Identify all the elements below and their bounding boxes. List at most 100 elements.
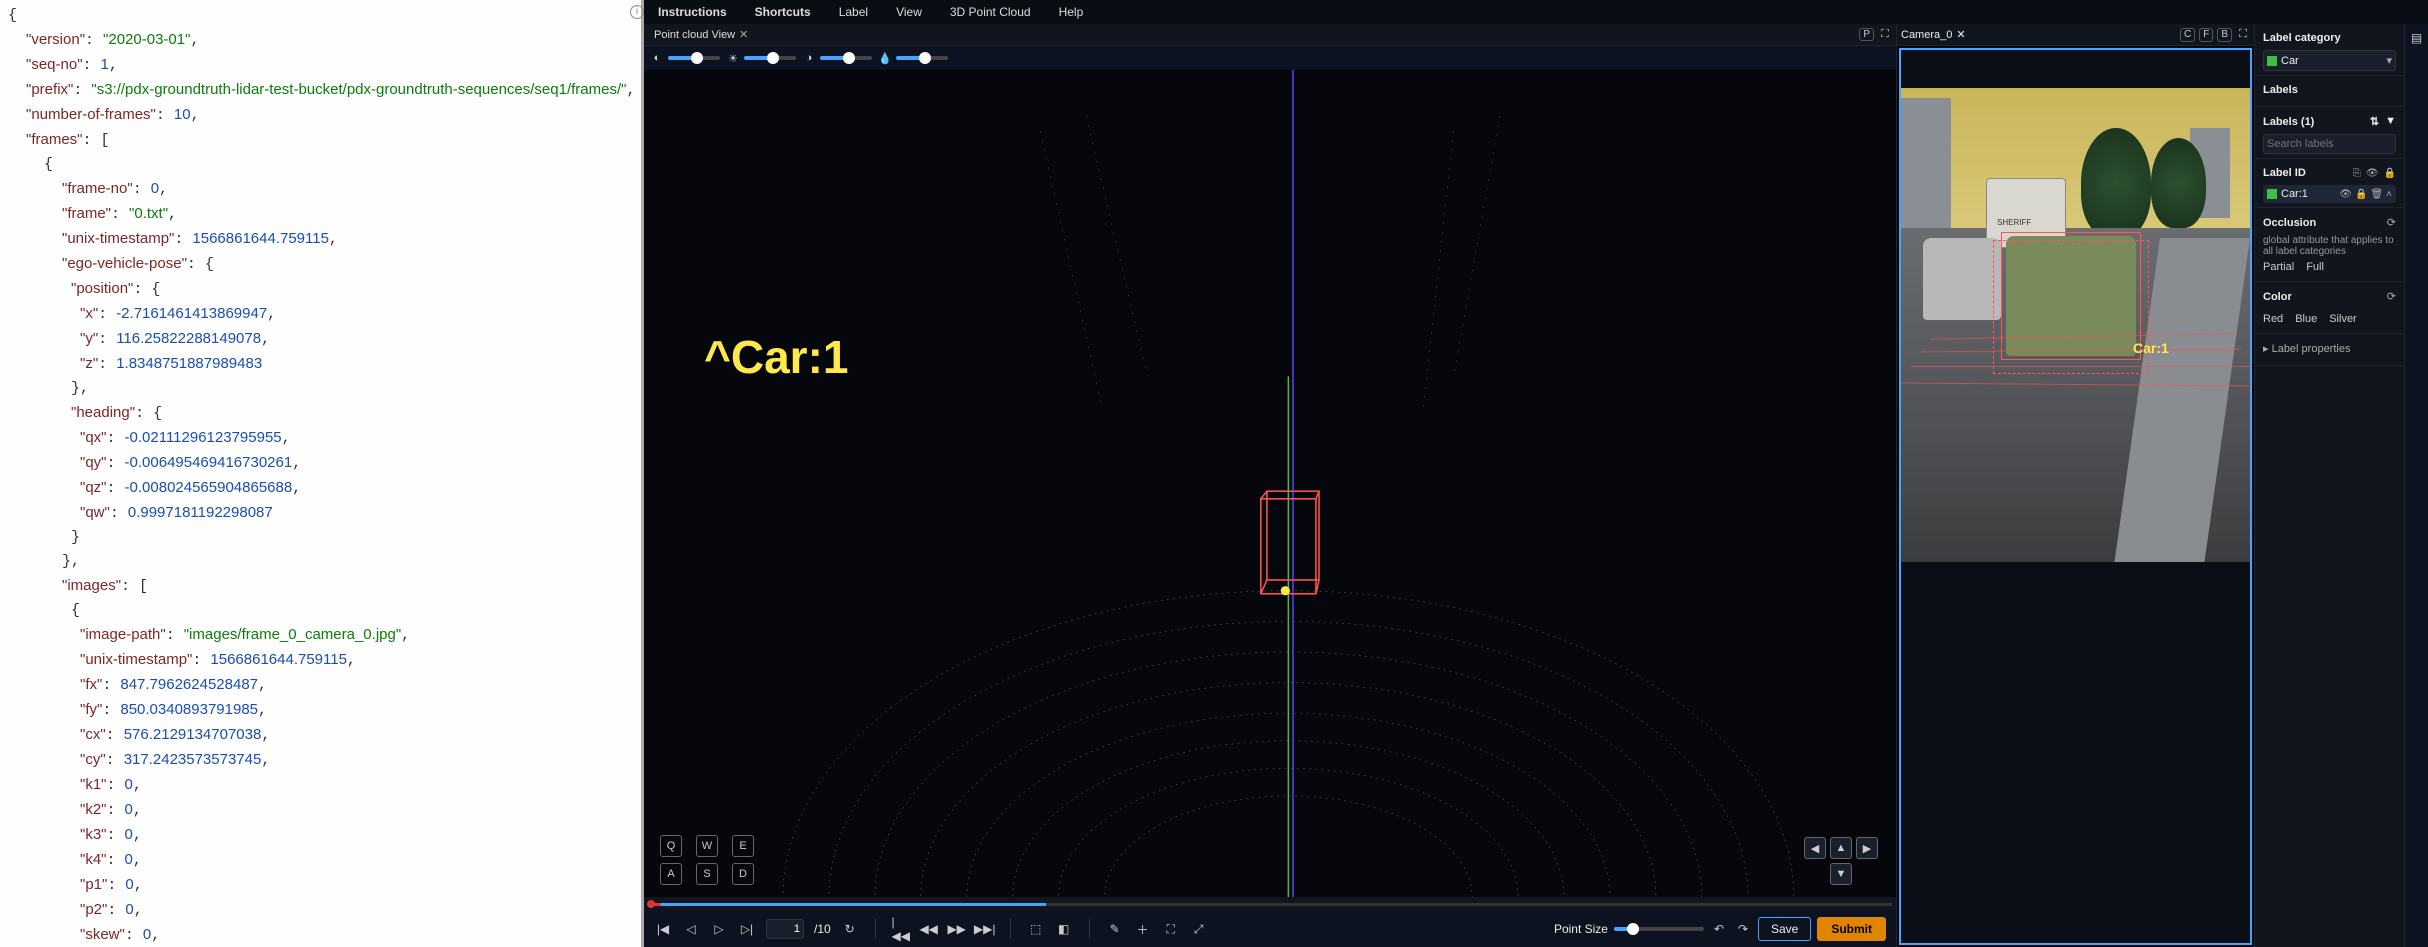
sort-icon[interactable]: ⇅ bbox=[2370, 115, 2379, 128]
key-w[interactable]: W bbox=[696, 835, 718, 857]
drop2-icon: 💧 bbox=[878, 51, 892, 65]
menu-shortcuts[interactable]: Shortcuts bbox=[755, 5, 811, 19]
arrow-up[interactable]: ▲ bbox=[1830, 837, 1852, 859]
key-e[interactable]: E bbox=[732, 835, 754, 857]
point-size-slider[interactable] bbox=[1614, 927, 1704, 931]
edit-icon[interactable]: ✎ bbox=[1106, 920, 1124, 938]
arrow-left[interactable]: ◀ bbox=[1804, 837, 1826, 859]
maximize-icon[interactable]: ⛶ bbox=[1878, 28, 1892, 42]
search-labels-input[interactable] bbox=[2263, 134, 2396, 154]
redo-icon[interactable]: ↷ bbox=[1734, 920, 1752, 938]
frame-input[interactable] bbox=[766, 919, 804, 939]
visibility-icon[interactable]: 👁 bbox=[2366, 168, 2379, 179]
camera-tab-label[interactable]: Camera_0 bbox=[1901, 29, 1952, 41]
label-category-select[interactable]: Car ▾ bbox=[2263, 50, 2396, 71]
save-button[interactable]: Save bbox=[1758, 917, 1811, 941]
first-frame-icon[interactable]: |◀ bbox=[654, 920, 672, 938]
camera-bbox-label: Car:1 bbox=[2133, 340, 2169, 356]
maximize-icon[interactable]: ⛶ bbox=[2236, 28, 2250, 42]
chevron-up-icon[interactable]: ˄ bbox=[2386, 189, 2392, 200]
labeling-app: i Instructions Shortcuts Label View 3D P… bbox=[644, 0, 2428, 947]
cube-fill-icon[interactable]: ◧ bbox=[1055, 920, 1073, 938]
skip-back-icon[interactable]: ◀◀ bbox=[920, 920, 938, 938]
point-cloud-view[interactable]: ^Car:1 Q W E A S D ◀ ▲ ▼ ▶ bbox=[644, 70, 1896, 897]
camera-panel: Camera_0 ✕ C F B ⛶ SHERI bbox=[1896, 24, 2254, 947]
close-icon[interactable]: ✕ bbox=[1956, 28, 1965, 41]
filter-icon[interactable]: ▼ bbox=[2385, 115, 2396, 128]
arrow-right[interactable]: ▶ bbox=[1856, 837, 1878, 859]
label-properties-toggle[interactable]: ▸ Label properties bbox=[2263, 342, 2396, 355]
pointcloud-tabs: Point cloud View ✕ P ⛶ bbox=[644, 24, 1896, 46]
slider-4[interactable] bbox=[896, 56, 948, 60]
prev-frame-icon[interactable]: ◁ bbox=[682, 920, 700, 938]
refresh-icon[interactable]: ⟳ bbox=[2387, 216, 2396, 229]
timeline[interactable] bbox=[644, 897, 1896, 911]
slider-3[interactable] bbox=[820, 56, 872, 60]
perspective-key[interactable]: P bbox=[1859, 28, 1874, 41]
views-column: Point cloud View ✕ P ⛶ ◐ ☀ ◑ 💧 bbox=[644, 24, 1896, 947]
skip-fwd-all-icon[interactable]: ▶▶| bbox=[976, 920, 994, 938]
color-red[interactable]: Red bbox=[2263, 313, 2283, 325]
labels-count-title: Labels (1) ⇅ ▼ bbox=[2263, 115, 2396, 128]
tab-label: Point cloud View bbox=[654, 29, 735, 41]
lock-icon[interactable]: 🔒 bbox=[2384, 168, 2396, 179]
color-silver[interactable]: Silver bbox=[2329, 313, 2357, 325]
submit-button[interactable]: Submit bbox=[1817, 917, 1886, 941]
delete-icon[interactable]: 🗑 bbox=[2370, 189, 2383, 200]
refresh-icon[interactable]: ⟳ bbox=[2387, 290, 2396, 303]
labels-title: Labels bbox=[2263, 84, 2396, 96]
key-c[interactable]: C bbox=[2180, 28, 2195, 42]
color-blue[interactable]: Blue bbox=[2295, 313, 2317, 325]
undo-icon[interactable]: ↶ bbox=[1710, 920, 1728, 938]
loop-icon[interactable]: ↻ bbox=[841, 920, 859, 938]
arrow-down[interactable]: ▼ bbox=[1830, 863, 1852, 885]
category-value: Car bbox=[2281, 55, 2299, 67]
slider-2[interactable] bbox=[744, 56, 796, 60]
key-d[interactable]: D bbox=[732, 863, 754, 885]
key-b[interactable]: B bbox=[2217, 28, 2232, 42]
footer-bar: |◀ ◁ ▷ ▷| /10 ↻ |◀◀ ◀◀ ▶▶ ▶▶| ⬚ ◧ ✎ ＋ ⛶ … bbox=[644, 911, 1896, 947]
arrow-nav: ◀ ▲ ▼ ▶ bbox=[1804, 837, 1878, 885]
cuboid-label: ^Car:1 bbox=[704, 330, 848, 384]
close-icon[interactable]: ✕ bbox=[739, 28, 748, 41]
point-size-label: Point Size bbox=[1554, 922, 1608, 936]
label-item-text: Car:1 bbox=[2281, 188, 2308, 200]
hide-icon[interactable]: 👁 bbox=[2339, 189, 2352, 200]
fullscreen-icon[interactable]: ⤢ bbox=[1190, 920, 1208, 938]
key-s[interactable]: S bbox=[696, 863, 718, 885]
occlusion-partial[interactable]: Partial bbox=[2263, 261, 2294, 273]
slider-1[interactable] bbox=[668, 56, 720, 60]
label-category-title: Label category bbox=[2263, 32, 2396, 44]
panel-toggle-icon[interactable]: ▤ bbox=[2409, 30, 2425, 46]
lock-icon[interactable]: 🔒 bbox=[2355, 189, 2367, 200]
menu-label[interactable]: Label bbox=[839, 5, 868, 19]
camera-view[interactable]: SHERIFF Car:1 bbox=[1899, 48, 2252, 945]
key-q[interactable]: Q bbox=[660, 835, 682, 857]
key-f[interactable]: F bbox=[2199, 28, 2213, 42]
menu-3d-point-cloud[interactable]: 3D Point Cloud bbox=[950, 5, 1031, 19]
key-a[interactable]: A bbox=[660, 863, 682, 885]
next-frame-icon[interactable]: ▷| bbox=[738, 920, 756, 938]
add-icon[interactable]: ＋ bbox=[1134, 920, 1152, 938]
label-item-car1[interactable]: Car:1 👁 🔒 🗑 ˄ bbox=[2263, 185, 2396, 203]
skip-fwd-icon[interactable]: ▶▶ bbox=[948, 920, 966, 938]
pointcloud-toolbar: ◐ ☀ ◑ 💧 bbox=[644, 46, 1896, 70]
menu-instructions[interactable]: Instructions bbox=[658, 5, 727, 19]
occlusion-full[interactable]: Full bbox=[2306, 261, 2324, 273]
color-title: Color ⟳ bbox=[2263, 290, 2396, 303]
drop-icon: ◐ bbox=[650, 51, 664, 65]
fit-icon[interactable]: ⛶ bbox=[1162, 920, 1180, 938]
menu-view[interactable]: View bbox=[896, 5, 922, 19]
camera-tab: Camera_0 ✕ C F B ⛶ bbox=[1897, 24, 2254, 46]
cube-tool-icon[interactable]: ⬚ bbox=[1027, 920, 1045, 938]
skip-back-all-icon[interactable]: |◀◀ bbox=[892, 920, 910, 938]
contrast-icon: ◑ bbox=[802, 51, 816, 65]
tab-point-cloud[interactable]: Point cloud View ✕ bbox=[648, 26, 754, 43]
menu-help[interactable]: Help bbox=[1059, 5, 1084, 19]
copy-icon[interactable]: ⎘ bbox=[2353, 168, 2361, 179]
play-icon[interactable]: ▷ bbox=[710, 920, 728, 938]
occlusion-title: Occlusion ⟳ bbox=[2263, 216, 2396, 229]
chevron-down-icon: ▾ bbox=[2386, 54, 2392, 67]
info-icon[interactable]: i bbox=[630, 5, 644, 19]
json-source-pane[interactable]: { "version": "2020-03-01", "seq-no": 1, … bbox=[0, 0, 644, 947]
